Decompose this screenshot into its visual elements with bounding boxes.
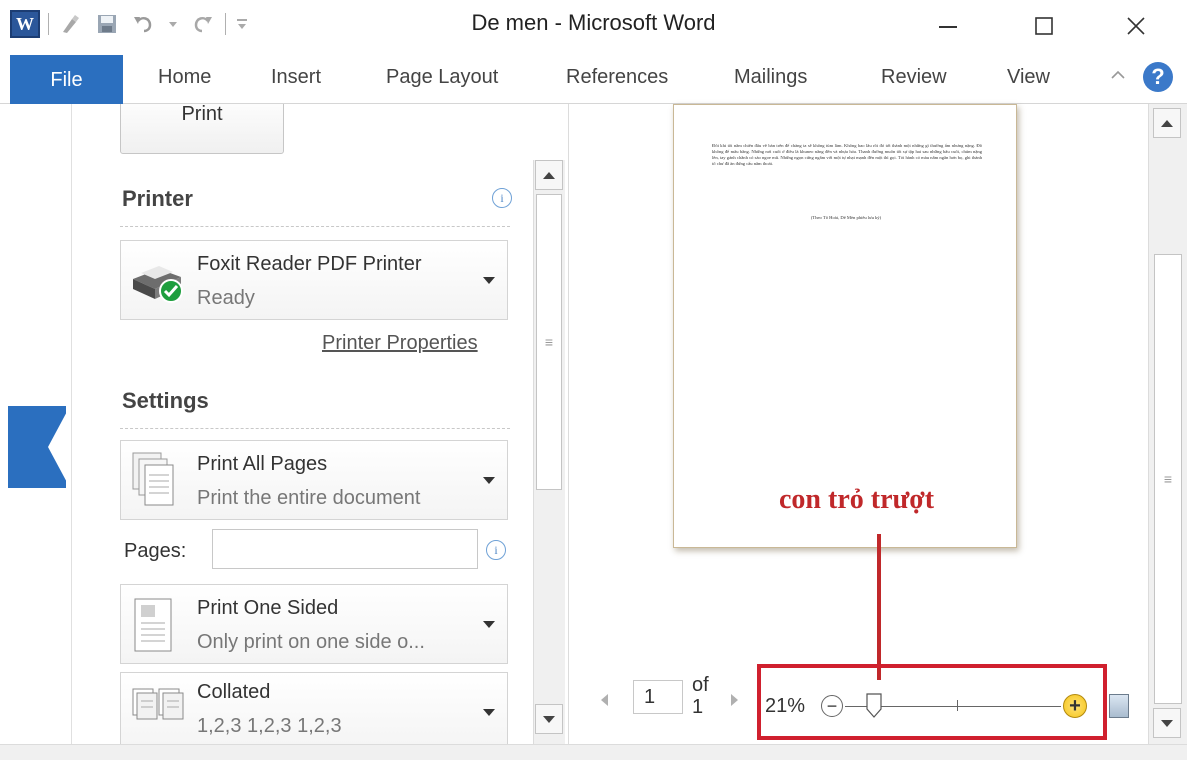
window-title: De men - Microsoft Word [471, 10, 716, 35]
collation-description: 1,2,3 1,2,3 1,2,3 [197, 715, 342, 737]
tab-insert[interactable]: Insert [271, 66, 321, 89]
pages-input[interactable] [212, 529, 478, 569]
chevron-down-icon [483, 277, 495, 284]
scroll-up-button[interactable] [535, 160, 563, 190]
zoom-highlight-box [757, 664, 1107, 740]
tab-references[interactable]: References [566, 66, 668, 89]
chevron-down-icon [483, 477, 495, 484]
printer-status: Ready [197, 287, 255, 309]
chevron-down-icon [483, 709, 495, 716]
of-label: of [692, 674, 709, 696]
collation-title: Collated [197, 681, 271, 703]
page-body-text: Đôi khi tôi nằm chiến đấu về bàn trên để… [712, 143, 982, 166]
settings-heading: Settings [122, 388, 209, 413]
page-caption: (Theo Tô Hoài, Dế Mèn phiêu lưu ký) [810, 215, 882, 220]
preview-page: Đôi khi tôi nằm chiến đấu về bàn trên để… [673, 104, 1017, 548]
pages-label: Pages: [124, 540, 187, 562]
pages-info-icon[interactable]: i [486, 540, 506, 560]
scroll-down-button[interactable] [535, 704, 563, 734]
zoom-to-page-icon[interactable] [1109, 694, 1129, 718]
section-divider [120, 226, 510, 227]
help-icon[interactable]: ? [1143, 62, 1173, 92]
sides-dropdown[interactable]: Print One Sided Only print on one side o… [120, 584, 508, 664]
tab-view[interactable]: View [1007, 66, 1050, 89]
title-bar: W De men - Microsoft Word [0, 0, 1187, 52]
word-window: W De men - Microsoft Word File Home Inse… [0, 0, 1187, 760]
scroll-down-button[interactable] [1153, 708, 1181, 738]
printer-info-icon[interactable]: i [492, 188, 512, 208]
print-preview: Đôi khi tôi nằm chiến đấu về bàn trên để… [568, 104, 1148, 744]
all-pages-icon [129, 451, 181, 516]
sides-description: Only print on one side o... [197, 631, 425, 653]
chevron-down-icon [483, 621, 495, 628]
previous-page-icon[interactable] [601, 694, 608, 706]
printer-dropdown[interactable]: Foxit Reader PDF Printer Ready [120, 240, 508, 320]
tab-review[interactable]: Review [881, 66, 947, 89]
print-range-description: Print the entire document [197, 487, 421, 509]
tab-file[interactable]: File [10, 55, 123, 105]
total-pages: 1 [692, 696, 704, 718]
next-page-icon[interactable] [731, 694, 738, 706]
annotation-pointer-line [877, 534, 881, 680]
annotation-label: con trỏ trượt [779, 484, 935, 515]
collapse-ribbon-icon[interactable] [1110, 68, 1126, 87]
current-page-input[interactable]: 1 [633, 680, 683, 714]
print-button[interactable]: Print [120, 104, 284, 154]
settings-scrollbar[interactable]: ≡ [533, 160, 565, 744]
maximize-button[interactable] [1014, 6, 1074, 46]
printer-icon [129, 261, 187, 310]
one-sided-icon [129, 595, 181, 660]
print-range-dropdown[interactable]: Print All Pages Print the entire documen… [120, 440, 508, 520]
minimize-button[interactable] [918, 6, 978, 46]
printer-properties-link[interactable]: Printer Properties [322, 332, 478, 355]
scrollbar-thumb[interactable]: ≡ [1154, 254, 1182, 704]
printer-heading: Printer [122, 186, 193, 211]
printer-name: Foxit Reader PDF Printer [197, 253, 422, 275]
section-divider [120, 428, 510, 429]
scroll-up-button[interactable] [1153, 108, 1181, 138]
indicator-notch [48, 406, 70, 488]
sides-title: Print One Sided [197, 597, 339, 619]
tab-home[interactable]: Home [158, 66, 211, 89]
tab-mailings[interactable]: Mailings [734, 66, 807, 89]
close-button[interactable] [1106, 6, 1166, 46]
print-range-title: Print All Pages [197, 453, 328, 475]
tab-page-layout[interactable]: Page Layout [386, 66, 498, 89]
backstage-nav [0, 104, 72, 744]
collated-icon [129, 685, 189, 730]
horizontal-scrollbar[interactable] [0, 744, 1187, 760]
print-settings-panel: Print Printer i Foxit Reader PDF Printer… [72, 104, 568, 744]
preview-scrollbar[interactable]: ≡ [1148, 104, 1187, 744]
scrollbar-thumb[interactable]: ≡ [536, 194, 562, 490]
collation-dropdown[interactable]: Collated 1,2,3 1,2,3 1,2,3 [120, 672, 508, 744]
ribbon-tabs: File Home Insert Page Layout References … [0, 52, 1187, 105]
